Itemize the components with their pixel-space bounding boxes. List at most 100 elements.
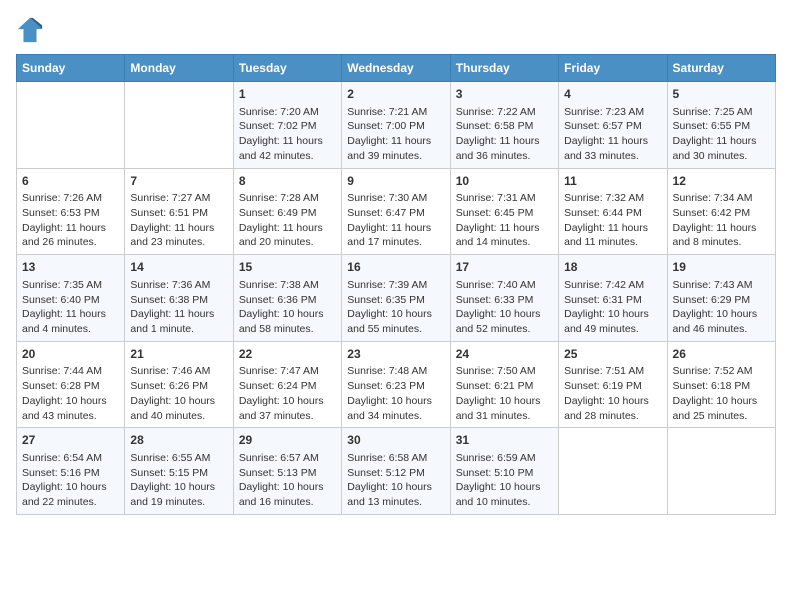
calendar-week-row: 13 Sunrise: 7:35 AM Sunset: 6:40 PM Dayli… [17, 255, 776, 342]
day-number: 4 [564, 86, 661, 103]
day-info: Sunrise: 7:21 AM Sunset: 7:00 PM Dayligh… [347, 105, 444, 164]
day-info: Sunrise: 7:30 AM Sunset: 6:47 PM Dayligh… [347, 191, 444, 250]
day-info: Sunrise: 7:44 AM Sunset: 6:28 PM Dayligh… [22, 364, 119, 423]
calendar-cell: 2 Sunrise: 7:21 AM Sunset: 7:00 PM Daylig… [342, 82, 450, 169]
day-number: 27 [22, 432, 119, 449]
calendar-header-row: SundayMondayTuesdayWednesdayThursdayFrid… [17, 55, 776, 82]
calendar-cell: 30 Sunrise: 6:58 AM Sunset: 5:12 PM Dayli… [342, 428, 450, 515]
day-info: Sunrise: 6:57 AM Sunset: 5:13 PM Dayligh… [239, 451, 336, 510]
calendar-cell: 20Sunrise: 7:44 AM Sunset: 6:28 PM Dayli… [17, 341, 125, 428]
calendar-cell: 22Sunrise: 7:47 AM Sunset: 6:24 PM Dayli… [233, 341, 341, 428]
day-number: 7 [130, 173, 227, 190]
calendar-cell: 19 Sunrise: 7:43 AM Sunset: 6:29 PM Dayli… [667, 255, 775, 342]
calendar-cell: 6Sunrise: 7:26 AM Sunset: 6:53 PM Daylig… [17, 168, 125, 255]
day-info: Sunrise: 7:42 AM Sunset: 6:31 PM Dayligh… [564, 278, 661, 337]
calendar-cell: 16 Sunrise: 7:39 AM Sunset: 6:35 PM Dayli… [342, 255, 450, 342]
day-number: 6 [22, 173, 119, 190]
day-number: 20 [22, 346, 119, 363]
day-info: Sunrise: 7:38 AM Sunset: 6:36 PM Dayligh… [239, 278, 336, 337]
col-header-saturday: Saturday [667, 55, 775, 82]
day-info: Sunrise: 7:27 AM Sunset: 6:51 PM Dayligh… [130, 191, 227, 250]
day-number: 18 [564, 259, 661, 276]
calendar-cell: 24Sunrise: 7:50 AM Sunset: 6:21 PM Dayli… [450, 341, 558, 428]
calendar-cell: 31Sunrise: 6:59 AM Sunset: 5:10 PM Dayli… [450, 428, 558, 515]
day-number: 2 [347, 86, 444, 103]
calendar-cell: 7Sunrise: 7:27 AM Sunset: 6:51 PM Daylig… [125, 168, 233, 255]
day-info: Sunrise: 6:54 AM Sunset: 5:16 PM Dayligh… [22, 451, 119, 510]
day-info: Sunrise: 7:26 AM Sunset: 6:53 PM Dayligh… [22, 191, 119, 250]
calendar-cell: 25Sunrise: 7:51 AM Sunset: 6:19 PM Dayli… [559, 341, 667, 428]
day-number: 28 [130, 432, 227, 449]
day-info: Sunrise: 7:52 AM Sunset: 6:18 PM Dayligh… [673, 364, 770, 423]
day-info: Sunrise: 7:51 AM Sunset: 6:19 PM Dayligh… [564, 364, 661, 423]
day-info: Sunrise: 7:31 AM Sunset: 6:45 PM Dayligh… [456, 191, 553, 250]
day-info: Sunrise: 7:32 AM Sunset: 6:44 PM Dayligh… [564, 191, 661, 250]
calendar-cell: 29 Sunrise: 6:57 AM Sunset: 5:13 PM Dayli… [233, 428, 341, 515]
calendar-cell: 9Sunrise: 7:30 AM Sunset: 6:47 PM Daylig… [342, 168, 450, 255]
logo [16, 16, 46, 44]
day-number: 3 [456, 86, 553, 103]
day-info: Sunrise: 7:47 AM Sunset: 6:24 PM Dayligh… [239, 364, 336, 423]
day-info: Sunrise: 7:39 AM Sunset: 6:35 PM Dayligh… [347, 278, 444, 337]
calendar-cell: 3Sunrise: 7:22 AM Sunset: 6:58 PM Daylig… [450, 82, 558, 169]
calendar-cell: 21Sunrise: 7:46 AM Sunset: 6:26 PM Dayli… [125, 341, 233, 428]
day-info: Sunrise: 7:40 AM Sunset: 6:33 PM Dayligh… [456, 278, 553, 337]
day-info: Sunrise: 7:20 AM Sunset: 7:02 PM Dayligh… [239, 105, 336, 164]
calendar-cell: 5 Sunrise: 7:25 AM Sunset: 6:55 PM Daylig… [667, 82, 775, 169]
calendar-week-row: 1 Sunrise: 7:20 AM Sunset: 7:02 PM Daylig… [17, 82, 776, 169]
day-number: 23 [347, 346, 444, 363]
col-header-monday: Monday [125, 55, 233, 82]
day-info: Sunrise: 7:36 AM Sunset: 6:38 PM Dayligh… [130, 278, 227, 337]
day-number: 25 [564, 346, 661, 363]
day-info: Sunrise: 6:55 AM Sunset: 5:15 PM Dayligh… [130, 451, 227, 510]
day-number: 29 [239, 432, 336, 449]
day-number: 17 [456, 259, 553, 276]
day-number: 14 [130, 259, 227, 276]
day-number: 5 [673, 86, 770, 103]
day-number: 26 [673, 346, 770, 363]
day-info: Sunrise: 6:58 AM Sunset: 5:12 PM Dayligh… [347, 451, 444, 510]
calendar-cell: 4 Sunrise: 7:23 AM Sunset: 6:57 PM Daylig… [559, 82, 667, 169]
day-info: Sunrise: 7:48 AM Sunset: 6:23 PM Dayligh… [347, 364, 444, 423]
calendar-cell [125, 82, 233, 169]
day-info: Sunrise: 7:50 AM Sunset: 6:21 PM Dayligh… [456, 364, 553, 423]
calendar-cell [667, 428, 775, 515]
calendar-cell [17, 82, 125, 169]
calendar-cell: 15 Sunrise: 7:38 AM Sunset: 6:36 PM Dayli… [233, 255, 341, 342]
day-number: 8 [239, 173, 336, 190]
logo-icon [16, 16, 44, 44]
day-number: 16 [347, 259, 444, 276]
calendar-cell: 27 Sunrise: 6:54 AM Sunset: 5:16 PM Dayli… [17, 428, 125, 515]
calendar-table: SundayMondayTuesdayWednesdayThursdayFrid… [16, 54, 776, 515]
day-number: 19 [673, 259, 770, 276]
col-header-friday: Friday [559, 55, 667, 82]
calendar-cell: 10Sunrise: 7:31 AM Sunset: 6:45 PM Dayli… [450, 168, 558, 255]
day-number: 1 [239, 86, 336, 103]
day-info: Sunrise: 7:35 AM Sunset: 6:40 PM Dayligh… [22, 278, 119, 337]
day-info: Sunrise: 6:59 AM Sunset: 5:10 PM Dayligh… [456, 451, 553, 510]
col-header-wednesday: Wednesday [342, 55, 450, 82]
day-number: 13 [22, 259, 119, 276]
calendar-cell: 12Sunrise: 7:34 AM Sunset: 6:42 PM Dayli… [667, 168, 775, 255]
day-number: 30 [347, 432, 444, 449]
day-number: 15 [239, 259, 336, 276]
day-number: 24 [456, 346, 553, 363]
day-info: Sunrise: 7:23 AM Sunset: 6:57 PM Dayligh… [564, 105, 661, 164]
calendar-cell: 18 Sunrise: 7:42 AM Sunset: 6:31 PM Dayli… [559, 255, 667, 342]
calendar-week-row: 6Sunrise: 7:26 AM Sunset: 6:53 PM Daylig… [17, 168, 776, 255]
col-header-sunday: Sunday [17, 55, 125, 82]
day-number: 10 [456, 173, 553, 190]
calendar-cell: 23Sunrise: 7:48 AM Sunset: 6:23 PM Dayli… [342, 341, 450, 428]
calendar-cell: 17 Sunrise: 7:40 AM Sunset: 6:33 PM Dayli… [450, 255, 558, 342]
day-info: Sunrise: 7:43 AM Sunset: 6:29 PM Dayligh… [673, 278, 770, 337]
col-header-thursday: Thursday [450, 55, 558, 82]
day-number: 21 [130, 346, 227, 363]
day-number: 9 [347, 173, 444, 190]
day-info: Sunrise: 7:28 AM Sunset: 6:49 PM Dayligh… [239, 191, 336, 250]
day-info: Sunrise: 7:25 AM Sunset: 6:55 PM Dayligh… [673, 105, 770, 164]
page-header [16, 16, 776, 44]
day-number: 11 [564, 173, 661, 190]
calendar-cell [559, 428, 667, 515]
calendar-cell: 28 Sunrise: 6:55 AM Sunset: 5:15 PM Dayli… [125, 428, 233, 515]
calendar-cell: 1 Sunrise: 7:20 AM Sunset: 7:02 PM Daylig… [233, 82, 341, 169]
